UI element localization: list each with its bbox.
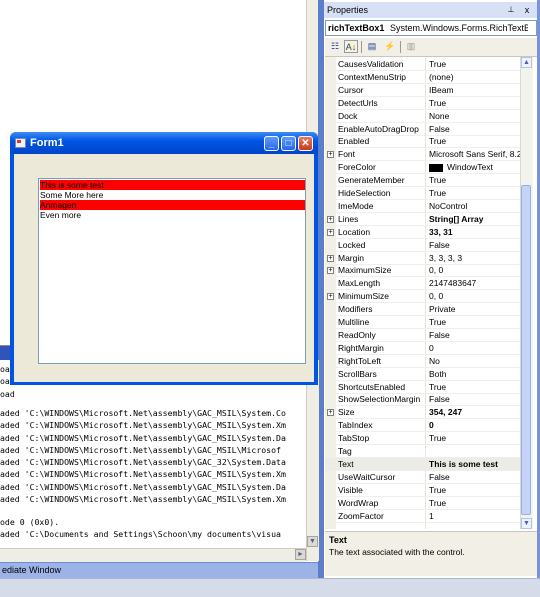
properties-title: Properties	[327, 5, 369, 15]
close-button[interactable]: ✕	[298, 136, 313, 151]
output-line: aded 'C:\WINDOWS\Microsoft.Net\assembly\…	[0, 457, 286, 467]
alphabetical-icon[interactable]: A↓	[344, 40, 358, 53]
form1-title: Form1	[30, 137, 64, 149]
output-horizontal-scrollbar[interactable]: ►	[0, 548, 306, 562]
output-line: aded 'C:\WINDOWS\Microsoft.Net\assembly\…	[0, 469, 286, 479]
output-line: aded 'C:\Documents and Settings\Schoon\m…	[0, 529, 281, 539]
expand-icon[interactable]: +	[327, 151, 334, 158]
color-swatch	[429, 163, 443, 172]
object-type: System.Windows.Forms.RichTextBox	[390, 23, 528, 33]
rich-text-line: Even more	[40, 210, 82, 220]
rich-text-line: Anmagen	[40, 200, 305, 210]
output-line: aded 'C:\WINDOWS\Microsoft.Net\assembly\…	[0, 408, 286, 418]
description-title: Text	[329, 535, 347, 545]
expand-icon[interactable]: +	[327, 409, 334, 416]
categorized-icon[interactable]: ☷	[328, 40, 342, 53]
events-icon[interactable]: ⚡	[383, 40, 397, 53]
properties-icon[interactable]: ▤	[365, 40, 379, 53]
output-line: ode 0 (0x0).	[0, 517, 60, 527]
output-vertical-scrollbar[interactable]: ▲ ▼	[306, 360, 319, 561]
rich-text-line: This is some test	[40, 180, 305, 190]
scroll-down-icon[interactable]: ▼	[307, 536, 318, 547]
description-text: The text associated with the control.	[329, 547, 465, 557]
output-line: oad	[0, 389, 15, 399]
output-line: aded 'C:\WINDOWS\Microsoft.Net\assembly\…	[0, 494, 286, 504]
pin-icon[interactable]: ⊥	[506, 5, 516, 15]
expand-icon[interactable]: +	[327, 255, 334, 262]
expand-icon[interactable]: +	[327, 216, 334, 223]
form-icon[interactable]	[15, 138, 26, 148]
rich-text-line: Some More here	[40, 190, 104, 200]
rich-text-box[interactable]: This is some test Some More here Anmagen Ev…	[38, 178, 306, 364]
output-line: aded 'C:\WINDOWS\Microsoft.Net\assembly\…	[0, 433, 286, 443]
scroll-down-icon[interactable]: ▼	[521, 518, 532, 529]
scrollbar-thumb[interactable]	[521, 185, 531, 515]
object-name: richTextBox1	[328, 23, 385, 33]
property-value-text: WindowText	[447, 162, 493, 172]
scroll-right-icon[interactable]: ►	[295, 549, 306, 560]
output-line: aded 'C:\WINDOWS\Microsoft.Net\assembly\…	[0, 445, 281, 455]
expand-icon[interactable]: +	[327, 267, 334, 274]
minimize-button[interactable]: _	[264, 136, 279, 151]
tab-immediate-window[interactable]: ediate Window	[2, 563, 61, 577]
scroll-up-icon[interactable]: ▲	[521, 57, 532, 68]
output-line: aded 'C:\WINDOWS\Microsoft.Net\assembly\…	[0, 482, 286, 492]
expand-icon[interactable]: +	[327, 293, 334, 300]
expand-icon[interactable]: +	[327, 229, 334, 236]
close-icon[interactable]: x	[522, 5, 532, 15]
status-bar	[0, 578, 540, 597]
output-line: aded 'C:\WINDOWS\Microsoft.Net\assembly\…	[0, 420, 286, 430]
maximize-button[interactable]: □	[281, 136, 296, 151]
property-pages-icon[interactable]: ▥	[404, 40, 418, 53]
